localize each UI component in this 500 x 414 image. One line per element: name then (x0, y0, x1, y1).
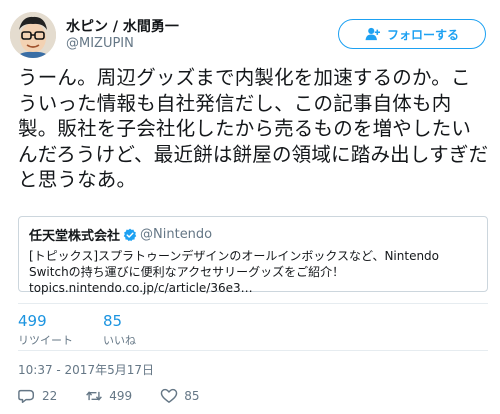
follow-button-label: フォローする (386, 27, 459, 42)
reply-icon (18, 389, 35, 404)
retweet-count: 499 (18, 312, 47, 330)
quoted-tweet-author-name: 任天堂株式会社 (29, 229, 121, 244)
quoted-tweet[interactable]: 任天堂株式会社 @Nintendo [トピックス]スプラトゥーンデザインのオール… (18, 216, 488, 295)
author-screen-name[interactable]: @MIZUPIN (66, 36, 134, 51)
tweet-stats: 499 リツイート 85 いいね (18, 312, 136, 348)
retweet-action-count: 499 (109, 389, 133, 403)
retweet-stat[interactable]: 499 リツイート (18, 312, 73, 348)
tweet-timestamp[interactable]: 10:37 - 2017年5月17日 (18, 361, 154, 378)
divider (18, 303, 488, 304)
follow-button[interactable]: フォローする (338, 19, 486, 49)
like-button[interactable]: 85 (160, 388, 199, 404)
tweet-text: うーん。周辺グッズまで内製化を加速するのか。こういった情報も自社発信だし、この記… (18, 66, 489, 191)
like-label: いいね (103, 334, 136, 347)
add-user-icon (365, 27, 380, 41)
retweet-label: リツイート (18, 334, 73, 347)
action-bar: 22 499 85 (18, 388, 227, 404)
like-action-count: 85 (184, 389, 200, 403)
like-stat[interactable]: 85 いいね (103, 312, 136, 348)
retweet-button[interactable]: 499 (85, 388, 132, 404)
author-display-name[interactable]: 水ピン / 水間勇一 (66, 16, 179, 36)
heart-icon (160, 388, 178, 403)
reply-button[interactable]: 22 (18, 388, 57, 404)
like-count: 85 (103, 312, 123, 330)
quoted-tweet-text: [トピックス]スプラトゥーンデザインのオールインボックスなど、Nintendo … (29, 249, 440, 295)
quoted-tweet-header: 任天堂株式会社 @Nintendo (29, 225, 477, 244)
divider (18, 350, 488, 351)
reply-count: 22 (42, 389, 58, 403)
avatar[interactable] (10, 12, 56, 58)
retweet-icon (86, 391, 103, 401)
verified-badge-icon (123, 228, 137, 241)
avatar-illustration (10, 12, 56, 58)
quoted-tweet-handle: @Nintendo (140, 227, 213, 242)
